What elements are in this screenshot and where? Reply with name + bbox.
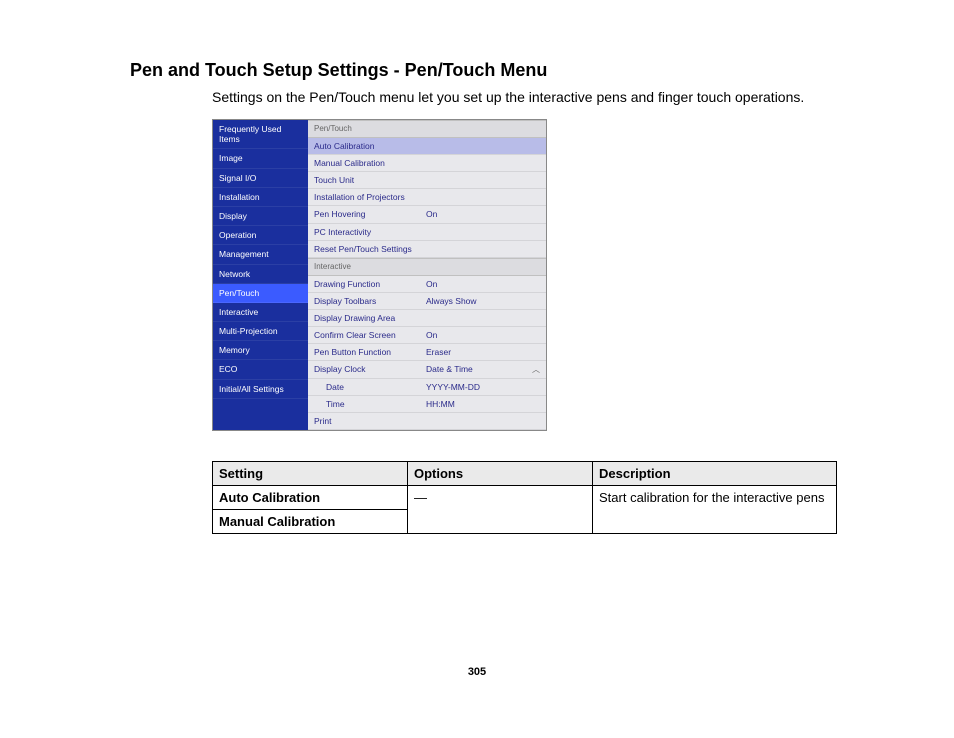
sidebar-item[interactable]: Interactive xyxy=(213,303,308,322)
menu-row[interactable]: Auto Calibration xyxy=(308,138,546,155)
sidebar-item[interactable]: Management xyxy=(213,245,308,264)
sidebar-item[interactable]: Initial/All Settings xyxy=(213,380,308,399)
menu-row-value: HH:MM xyxy=(426,399,540,409)
sidebar-item[interactable]: Pen/Touch xyxy=(213,284,308,303)
menu-row[interactable]: Pen HoveringOn xyxy=(308,206,546,223)
menu-row[interactable]: PC Interactivity xyxy=(308,224,546,241)
menu-row-label: Auto Calibration xyxy=(314,141,426,151)
menu-row-value: Date & Time xyxy=(426,364,532,374)
menu-row-label: Pen Hovering xyxy=(314,209,426,219)
caret-up-icon: ︿ xyxy=(532,365,540,375)
th-description: Description xyxy=(593,462,837,486)
menu-row-label: Drawing Function xyxy=(314,279,426,289)
menu-row[interactable]: Reset Pen/Touch Settings xyxy=(308,241,546,258)
cell-setting: Manual Calibration xyxy=(213,510,408,534)
menu-row-label: Pen Button Function xyxy=(314,347,426,357)
menu-row-label: Reset Pen/Touch Settings xyxy=(314,244,426,254)
sidebar-item[interactable]: Memory xyxy=(213,341,308,360)
menu-row-label: Print xyxy=(314,416,426,426)
menu-row[interactable]: Confirm Clear ScreenOn xyxy=(308,327,546,344)
menu-panel: Pen/Touch Auto Calibration Manual Calibrat… xyxy=(308,120,546,430)
th-setting: Setting xyxy=(213,462,408,486)
intro-text: Settings on the Pen/Touch menu let you s… xyxy=(212,89,834,105)
cell-setting: Auto Calibration xyxy=(213,486,408,510)
menu-row-label: Manual Calibration xyxy=(314,158,426,168)
menu-row[interactable]: Touch Unit xyxy=(308,172,546,189)
menu-row[interactable]: Display ClockDate & Time︿ xyxy=(308,361,546,378)
menu-row-label: Touch Unit xyxy=(314,175,426,185)
menu-screenshot: Frequently Used ItemsImageSignal I/OInst… xyxy=(212,119,547,431)
sidebar-item[interactable]: Installation xyxy=(213,188,308,207)
panel-section-header: Pen/Touch xyxy=(308,120,546,138)
cell-options: — xyxy=(408,486,593,534)
menu-row-label: Installation of Projectors xyxy=(314,192,426,202)
cell-description: Start calibration for the interactive pe… xyxy=(593,486,837,534)
menu-row[interactable]: Display ToolbarsAlways Show xyxy=(308,293,546,310)
menu-row-value: On xyxy=(426,209,540,219)
sidebar-item[interactable]: Frequently Used Items xyxy=(213,120,308,149)
menu-row-value: Always Show xyxy=(426,296,540,306)
menu-row-label: Display Toolbars xyxy=(314,296,426,306)
menu-row-label: Display Drawing Area xyxy=(314,313,426,323)
menu-row-label: Confirm Clear Screen xyxy=(314,330,426,340)
menu-row[interactable]: Drawing FunctionOn xyxy=(308,276,546,293)
sidebar-item[interactable]: ECO xyxy=(213,360,308,379)
page-number: 305 xyxy=(0,666,954,678)
menu-row-value: Eraser xyxy=(426,347,540,357)
menu-row[interactable]: TimeHH:MM xyxy=(308,396,546,413)
menu-row-label: PC Interactivity xyxy=(314,227,426,237)
menu-row-value: On xyxy=(426,279,540,289)
menu-row[interactable]: Print xyxy=(308,413,546,430)
menu-row[interactable]: DateYYYY-MM-DD xyxy=(308,379,546,396)
menu-row-value: On xyxy=(426,330,540,340)
menu-row-label: Time xyxy=(314,399,426,409)
sidebar-item[interactable]: Display xyxy=(213,207,308,226)
menu-row-label: Date xyxy=(314,382,426,392)
sidebar-item[interactable]: Image xyxy=(213,149,308,168)
menu-sidebar: Frequently Used ItemsImageSignal I/OInst… xyxy=(213,120,308,430)
settings-table: Setting Options Description Auto Calibra… xyxy=(212,461,837,534)
menu-row[interactable]: Manual Calibration xyxy=(308,155,546,172)
menu-row[interactable]: Installation of Projectors xyxy=(308,189,546,206)
menu-row[interactable]: Display Drawing Area xyxy=(308,310,546,327)
sidebar-item[interactable]: Multi-Projection xyxy=(213,322,308,341)
sidebar-item[interactable]: Signal I/O xyxy=(213,169,308,188)
panel-section-header: Interactive xyxy=(308,258,546,276)
th-options: Options xyxy=(408,462,593,486)
sidebar-item[interactable]: Network xyxy=(213,265,308,284)
menu-row-value: YYYY-MM-DD xyxy=(426,382,540,392)
menu-row-label: Display Clock xyxy=(314,364,426,374)
menu-row[interactable]: Pen Button FunctionEraser xyxy=(308,344,546,361)
page-title: Pen and Touch Setup Settings - Pen/Touch… xyxy=(130,60,834,81)
sidebar-item[interactable]: Operation xyxy=(213,226,308,245)
